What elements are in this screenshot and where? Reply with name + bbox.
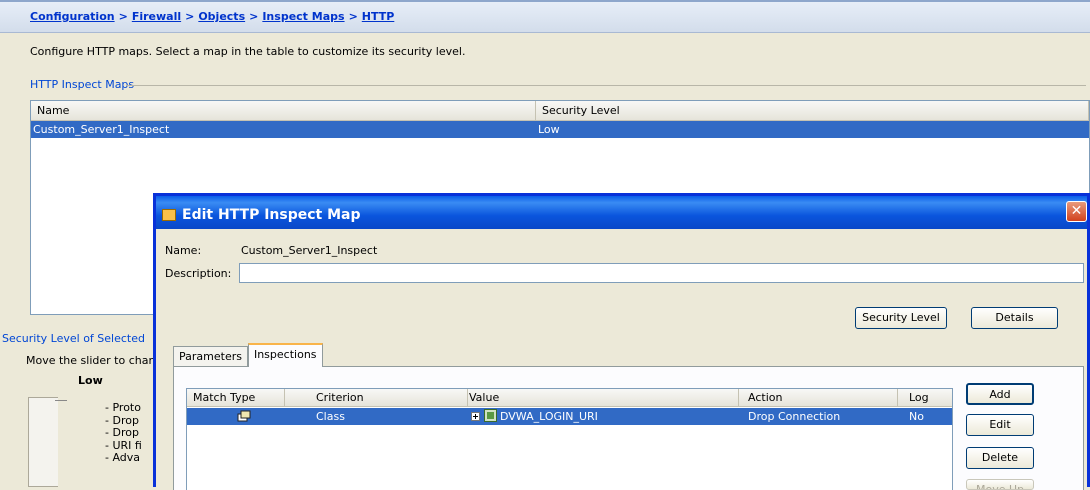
group-divider [126,85,1086,86]
name-value: Custom_Server1_Inspect [241,244,378,257]
breadcrumb-objects[interactable]: Objects [198,10,245,23]
intro-text: Configure HTTP maps. Select a map in the… [30,45,466,58]
dialog-tabs: Parameters Inspections [173,343,323,367]
breadcrumb-configuration[interactable]: Configuration [30,10,115,23]
security-level-value: Low [78,374,103,387]
column-header-match-type[interactable]: Match Type [193,389,255,407]
maps-group-label: HTTP Inspect Maps [30,78,135,91]
edit-button[interactable]: Edit [966,414,1034,436]
tab-inspections[interactable]: Inspections [247,343,323,367]
column-header-criterion[interactable]: Criterion [316,389,364,407]
description-field[interactable] [239,263,1084,283]
close-icon: ✕ [1070,203,1083,219]
inspections-table: Match Type Criterion Value Action Log Cl… [186,388,953,490]
column-divider [738,389,739,407]
security-bullets: - Proto - Drop - Drop - URI fi - Adva [105,401,142,465]
tab-parameters[interactable]: Parameters [173,346,248,367]
close-button[interactable]: ✕ [1066,201,1087,222]
column-divider [897,389,898,407]
security-level-button[interactable]: Security Level [855,307,947,329]
dialog-title: Edit HTTP Inspect Map [182,206,361,223]
edit-http-inspect-map-dialog: Edit HTTP Inspect Map ✕ Name: Custom_Ser… [153,193,1090,490]
match-type-icon [237,409,251,426]
column-header-security-level[interactable]: Security Level [536,101,1089,120]
class-map-icon [484,409,497,425]
column-header-value[interactable]: Value [469,389,499,407]
slider-instruction: Move the slider to chan [26,354,156,367]
column-header-log[interactable]: Log [909,389,929,407]
move-up-button: Move Up [966,479,1034,490]
breadcrumb-http[interactable]: HTTP [362,10,395,23]
column-header-name[interactable]: Name [31,101,536,120]
add-button[interactable]: Add [966,383,1034,405]
breadcrumb-separator: > [348,10,358,23]
description-label: Description: [165,267,232,280]
dialog-titlebar[interactable]: Edit HTTP Inspect Map ✕ [156,196,1087,229]
name-label: Name: [165,244,202,257]
column-header-action[interactable]: Action [748,389,782,407]
security-slider-thumb[interactable] [55,400,67,406]
map-security-level-cell: Low [538,123,560,136]
breadcrumb-separator: > [185,10,195,23]
security-slider-track[interactable] [28,397,58,487]
criterion-cell: Class [316,410,345,423]
expand-icon[interactable] [471,411,480,424]
table-header: Match Type Criterion Value Action Log [187,389,952,407]
table-header: Name Security Level [31,101,1089,121]
log-cell: No [909,410,924,423]
breadcrumb-separator: > [249,10,259,23]
breadcrumb-separator: > [118,10,128,23]
breadcrumb-inspect-maps[interactable]: Inspect Maps [262,10,344,23]
column-divider [284,389,285,407]
details-button[interactable]: Details [971,307,1058,329]
breadcrumb: Configuration > Firewall > Objects > Inspect M… [0,0,1090,33]
bullet-item: - Adva [105,451,141,464]
table-row[interactable]: Class DVWA_LOGIN_URI Drop Connection No [187,408,952,425]
map-icon [162,208,176,221]
action-cell: Drop Connection [748,410,841,423]
breadcrumb-firewall[interactable]: Firewall [132,10,181,23]
delete-button[interactable]: Delete [966,447,1034,469]
table-row[interactable]: Custom_Server1_Inspect Low [31,121,1089,138]
map-name-cell: Custom_Server1_Inspect [33,123,170,136]
column-divider [467,389,468,407]
value-cell: DVWA_LOGIN_URI [500,410,598,423]
security-level-group-label: Security Level of Selected [2,332,145,345]
